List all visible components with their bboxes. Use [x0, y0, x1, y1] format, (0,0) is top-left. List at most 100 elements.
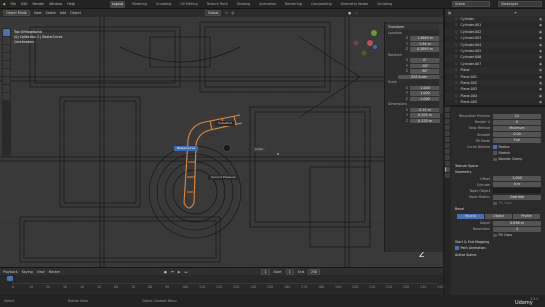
taper-radius-dropdown[interactable]: Override: [493, 194, 541, 200]
cursor-tool-icon[interactable]: [3, 37, 10, 44]
curve-data-tab-icon[interactable]: [445, 167, 450, 172]
bevel-mode-round[interactable]: Round: [457, 213, 485, 219]
offset-field[interactable]: 1.000: [493, 176, 541, 182]
world-tab-icon[interactable]: [445, 137, 450, 142]
tab-modeling[interactable]: Modeling: [130, 1, 149, 8]
timeline-view-menu[interactable]: View: [37, 270, 45, 274]
current-frame-field[interactable]: 1: [261, 268, 270, 275]
object-tab-icon[interactable]: [445, 143, 450, 148]
dimensions-z-field[interactable]: 0.125 m: [410, 118, 440, 123]
tool-properties-tab-icon[interactable]: [445, 107, 450, 112]
move-tool-icon[interactable]: [3, 45, 10, 52]
path-animation-check-icon[interactable]: [455, 246, 459, 250]
outliner-row[interactable]: ▽ Plane.005 ◉: [445, 99, 545, 105]
tab-shading[interactable]: Shading: [235, 1, 252, 8]
stretch-checkbox[interactable]: Stretch: [493, 151, 510, 155]
physics-tab-icon[interactable]: [445, 155, 450, 160]
location-y-field[interactable]: 1.54 m: [410, 41, 440, 46]
depth-field[interactable]: 0.038 m: [493, 220, 541, 226]
rotation-y-field[interactable]: -90°: [410, 63, 440, 68]
proportional-edit-icon[interactable]: ◎: [231, 11, 234, 15]
select-box-tool-icon[interactable]: [3, 29, 10, 36]
jump-end-icon[interactable]: ⏭: [184, 270, 187, 274]
twist-method-dropdown[interactable]: Minimum: [493, 125, 541, 131]
playhead[interactable]: [7, 276, 13, 281]
tab-texture-paint[interactable]: Texture Paint: [205, 1, 230, 8]
bevel-panel[interactable]: Bevel: [445, 206, 545, 213]
tab-compositing[interactable]: Compositing: [309, 1, 334, 8]
rotate-tool-icon[interactable]: [3, 53, 10, 60]
object-menu[interactable]: Object: [70, 11, 81, 15]
bevel-mode-profile[interactable]: Profile: [513, 213, 541, 219]
play-icon[interactable]: ▶: [178, 270, 181, 274]
navigation-gizmo[interactable]: [353, 30, 378, 56]
menu-help[interactable]: Help: [67, 2, 75, 6]
tab-uv-editing[interactable]: UV Editing: [178, 1, 199, 8]
view-menu[interactable]: View: [34, 11, 42, 15]
3d-viewport[interactable]: Z ScaleEnd BezierCurve Cube Second Press…: [0, 17, 443, 267]
mode-dropdown[interactable]: Object Mode: [3, 10, 30, 16]
add-cube-tool-icon[interactable]: [3, 93, 10, 100]
taper-object-field[interactable]: [493, 188, 541, 194]
sidebar-tab-edit[interactable]: [439, 96, 443, 113]
rotation-x-field[interactable]: 0°: [410, 58, 440, 63]
menu-file[interactable]: File: [11, 2, 17, 6]
scene-tab-icon[interactable]: [445, 131, 450, 136]
timeline-ruler[interactable]: 0 10 20 30 40 50 60 70 80 90 100 110 120 130 140 150 160…: [0, 275, 443, 295]
view-layer-selector[interactable]: ViewLayer: [498, 1, 542, 7]
tab-scripting[interactable]: Scripting: [375, 1, 394, 8]
location-z-field[interactable]: 0.3893 m: [410, 47, 440, 52]
tab-geometry-nodes[interactable]: Geometry Nodes: [339, 1, 371, 8]
sidebar-tab-extra[interactable]: [439, 78, 443, 95]
material-tab-icon[interactable]: [445, 173, 450, 178]
smooth-field[interactable]: 0.00: [493, 132, 541, 138]
annotate-tool-icon[interactable]: [3, 77, 10, 84]
scale-x-field[interactable]: 1.000: [410, 85, 440, 90]
scale-y-field[interactable]: 1.000: [410, 91, 440, 96]
view-layer-tab-icon[interactable]: [445, 125, 450, 130]
tab-layout[interactable]: Layout: [109, 0, 125, 8]
measure-tool-icon[interactable]: [3, 85, 10, 92]
scale-z-field[interactable]: 1.000: [410, 96, 440, 101]
marker-menu[interactable]: Marker: [49, 270, 60, 274]
shading-solid-icon[interactable]: ●: [348, 11, 351, 15]
blender-logo-icon[interactable]: ◆: [3, 2, 6, 6]
visibility-eye-icon[interactable]: ◉: [539, 99, 542, 105]
fill-caps-bevel-checkbox[interactable]: Fill Caps: [493, 233, 512, 237]
dimensions-y-field[interactable]: 0.205 m: [410, 113, 440, 118]
jump-start-icon[interactable]: ⏮: [171, 270, 174, 274]
output-properties-tab-icon[interactable]: [445, 119, 450, 124]
playback-menu[interactable]: Playback: [3, 270, 18, 274]
end-frame-field[interactable]: 250: [307, 268, 321, 275]
sidebar-tab-item[interactable]: [439, 24, 443, 41]
modifiers-tab-icon[interactable]: [445, 149, 450, 154]
outliner-filter-icon[interactable]: ⏷: [514, 11, 517, 15]
active-spline-panel[interactable]: Active Spline: [445, 252, 545, 259]
dimensions-x-field[interactable]: 0.15 m: [410, 107, 440, 112]
outliner-display-icon[interactable]: ▤: [448, 11, 451, 15]
resolution-field[interactable]: 4: [493, 226, 541, 232]
sidebar-tab-tool[interactable]: [439, 42, 443, 59]
fill-mode-dropdown[interactable]: Full: [493, 138, 541, 144]
transform-tool-icon[interactable]: [3, 69, 10, 76]
record-icon[interactable]: ●: [164, 270, 167, 274]
fill-caps-checkbox[interactable]: Fill Caps: [493, 201, 512, 205]
scene-selector[interactable]: Scene: [452, 1, 490, 7]
start-frame-field[interactable]: 1: [285, 268, 294, 275]
constraints-tab-icon[interactable]: [445, 161, 450, 166]
location-x-field[interactable]: 1.4649 m: [410, 36, 440, 41]
add-menu[interactable]: Add: [60, 11, 66, 15]
menu-window[interactable]: Window: [49, 2, 62, 6]
sidebar-tab-view[interactable]: [439, 60, 443, 77]
keying-menu[interactable]: Keying: [22, 270, 33, 274]
snap-icon[interactable]: ⌖: [225, 11, 227, 15]
shading-wireframe-icon[interactable]: ◌: [355, 11, 358, 15]
extrude-field[interactable]: 0 m: [493, 182, 541, 188]
rotation-mode-dropdown[interactable]: XYZ Euler: [398, 74, 440, 79]
render-properties-tab-icon[interactable]: [445, 113, 450, 118]
radius-checkbox[interactable]: Radius: [493, 145, 510, 149]
select-menu[interactable]: Select: [46, 11, 56, 15]
render-field[interactable]: 0: [493, 119, 541, 125]
menu-edit[interactable]: Edit: [21, 2, 27, 6]
bevel-mode-object[interactable]: Object: [485, 213, 513, 219]
